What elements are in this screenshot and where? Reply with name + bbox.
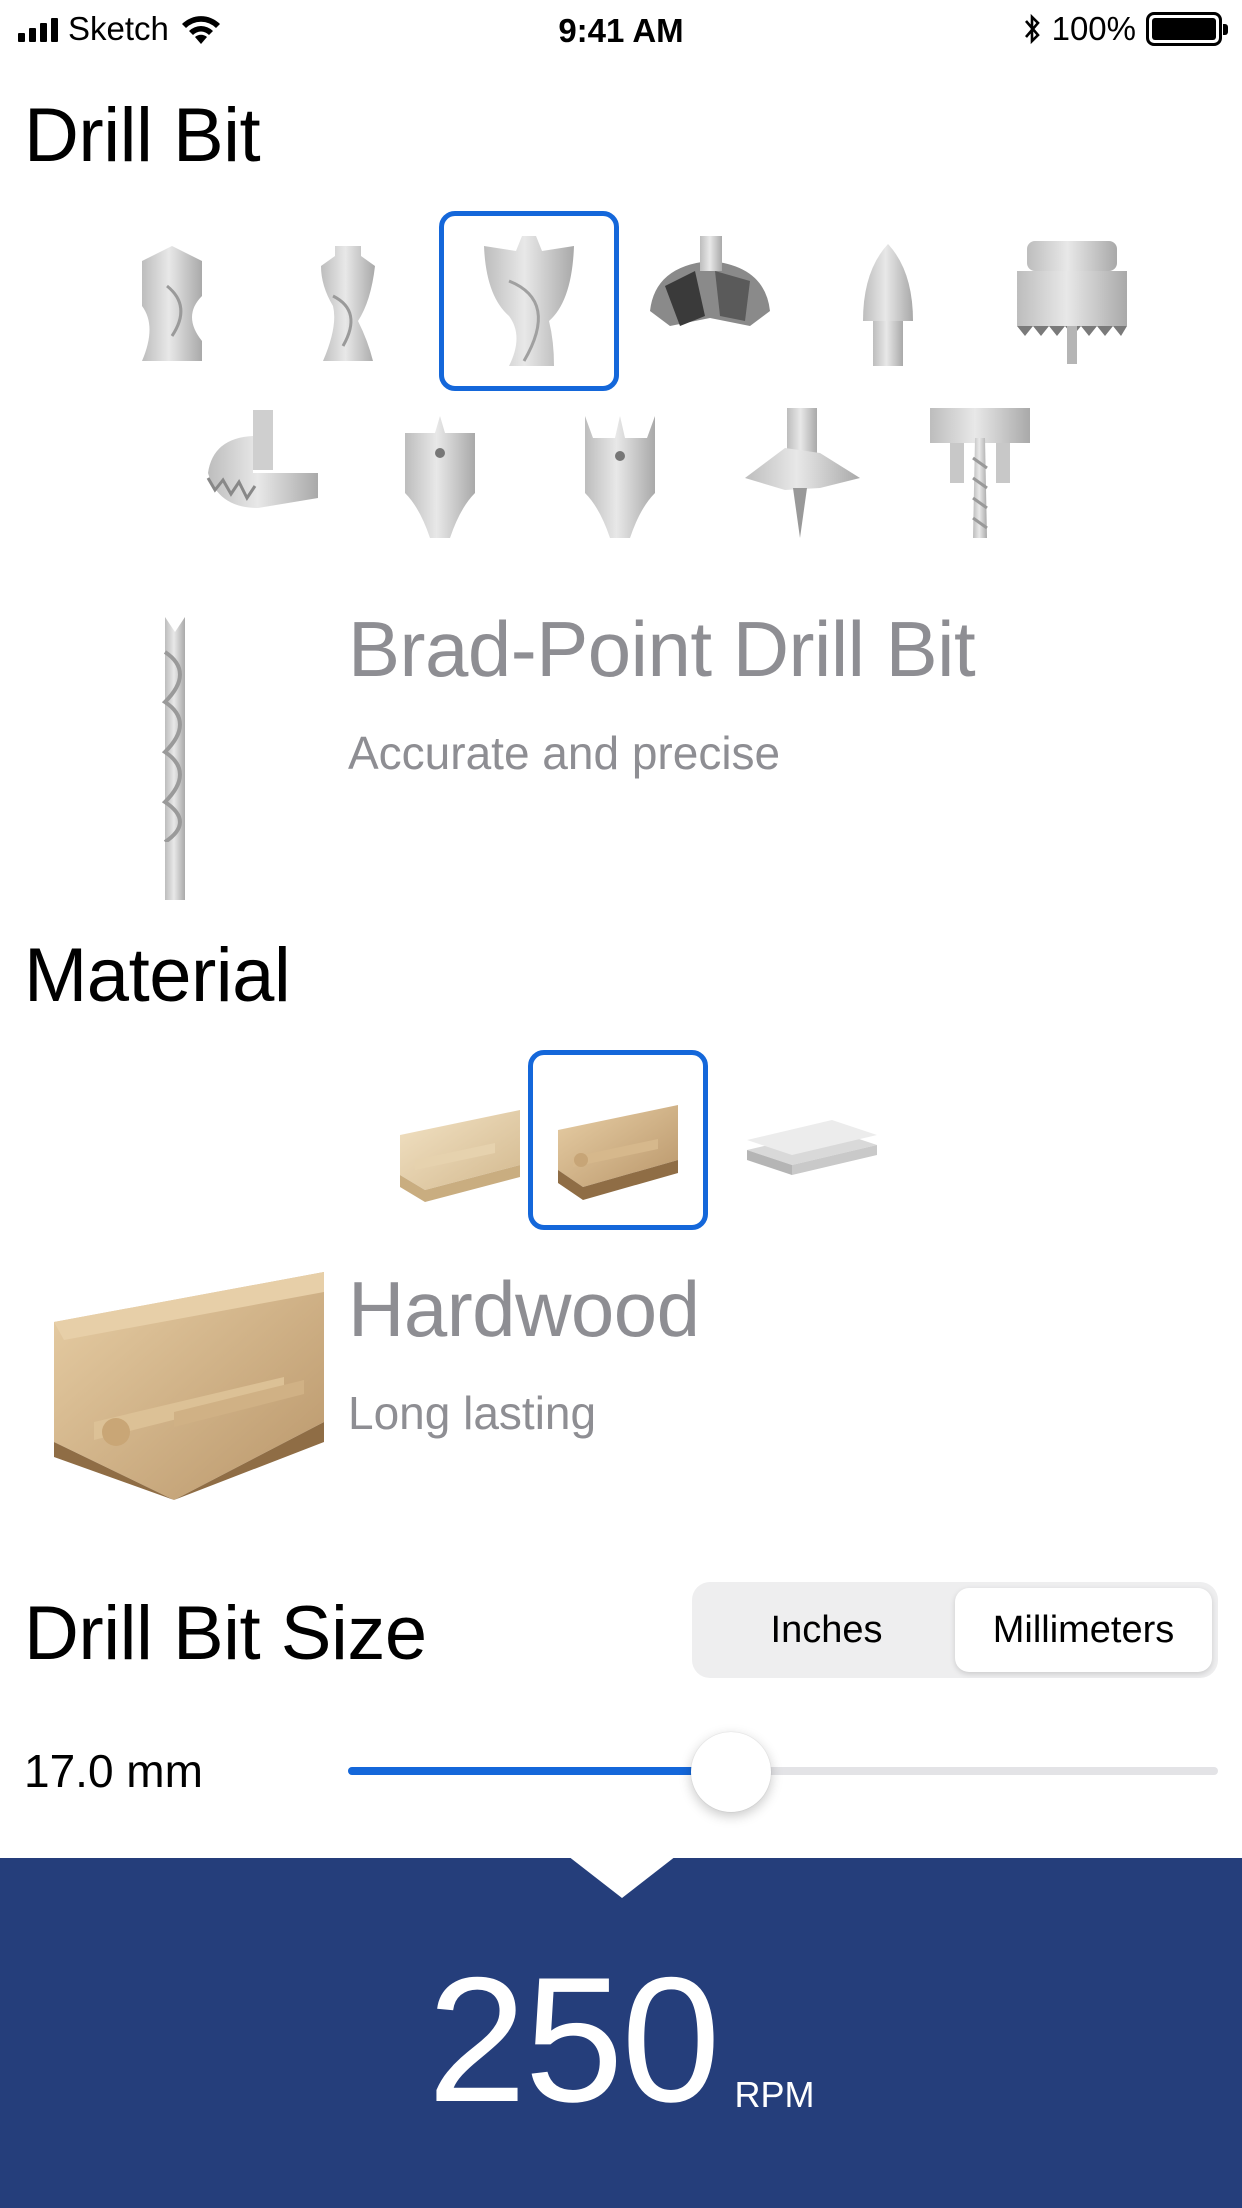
rpm-result: 250 RPM (0, 1940, 1242, 2139)
battery-percentage: 100% (1051, 10, 1136, 47)
unit-segmented-control: Inches Millimeters (692, 1582, 1218, 1678)
drill-bit-option-plug-cutter[interactable] (890, 383, 1070, 563)
brad-point-bit-icon (484, 236, 574, 366)
material-name: Hardwood (348, 1265, 700, 1353)
material-option-softwood[interactable] (370, 1050, 550, 1230)
drill-bit-option-twist[interactable] (82, 211, 262, 391)
drill-bit-option-auger[interactable] (710, 383, 890, 563)
drill-bit-option-hole-saw[interactable] (982, 211, 1162, 391)
panel-pointer (568, 1856, 676, 1898)
unit-inches-segment[interactable]: Inches (698, 1588, 955, 1672)
status-bar: Sketch 9:41 AM 100% (0, 0, 1242, 62)
circle-cutter-icon (206, 410, 318, 508)
hardwood-icon (558, 1105, 678, 1200)
hardwood-preview-icon (54, 1272, 324, 1500)
drill-bit-option-forstner[interactable] (620, 211, 800, 391)
twist-bit-tapered-icon (321, 246, 375, 361)
drill-bit-option-countersink[interactable] (798, 211, 978, 391)
hole-saw-icon (1017, 241, 1127, 364)
drill-bit-description: Accurate and precise (348, 727, 781, 779)
drill-bit-section-title: Drill Bit (24, 93, 261, 178)
size-slider-thumb[interactable] (690, 1732, 771, 1812)
size-value-label: 17.0 mm (24, 1745, 203, 1797)
drill-bit-option-twist-tapered[interactable] (258, 211, 438, 391)
drill-bit-name: Brad-Point Drill Bit (348, 605, 976, 693)
bluetooth-icon (1024, 13, 1040, 45)
auger-bit-icon (745, 408, 860, 538)
rpm-unit: RPM (734, 2074, 815, 2115)
size-slider-fill (348, 1767, 731, 1775)
metal-sheet-icon (747, 1120, 877, 1175)
brad-point-preview-icon (161, 617, 185, 900)
material-option-metal[interactable] (722, 1050, 902, 1230)
plug-cutter-icon (930, 408, 1030, 538)
twist-bit-icon (142, 246, 202, 361)
drill-bit-option-brad-point[interactable] (439, 211, 619, 391)
spade-bit-spur-icon (585, 416, 655, 538)
material-section-title: Material (24, 933, 291, 1018)
material-option-hardwood[interactable] (528, 1050, 708, 1230)
rpm-value: 250 (427, 1940, 721, 2139)
unit-millimeters-segment[interactable]: Millimeters (955, 1588, 1212, 1672)
battery-icon (1146, 12, 1228, 46)
countersink-bit-icon (863, 244, 913, 366)
forstner-bit-icon (650, 236, 770, 326)
size-slider[interactable] (348, 1767, 1218, 1775)
drill-bit-option-circle-cutter[interactable] (168, 383, 348, 563)
softwood-icon (400, 1110, 520, 1202)
spade-bit-icon (405, 416, 475, 538)
material-description: Long lasting (348, 1387, 597, 1439)
drill-bit-option-spade-spur[interactable] (530, 383, 710, 563)
drill-bit-option-spade[interactable] (350, 383, 530, 563)
drill-bit-size-section-title: Drill Bit Size (24, 1591, 427, 1676)
